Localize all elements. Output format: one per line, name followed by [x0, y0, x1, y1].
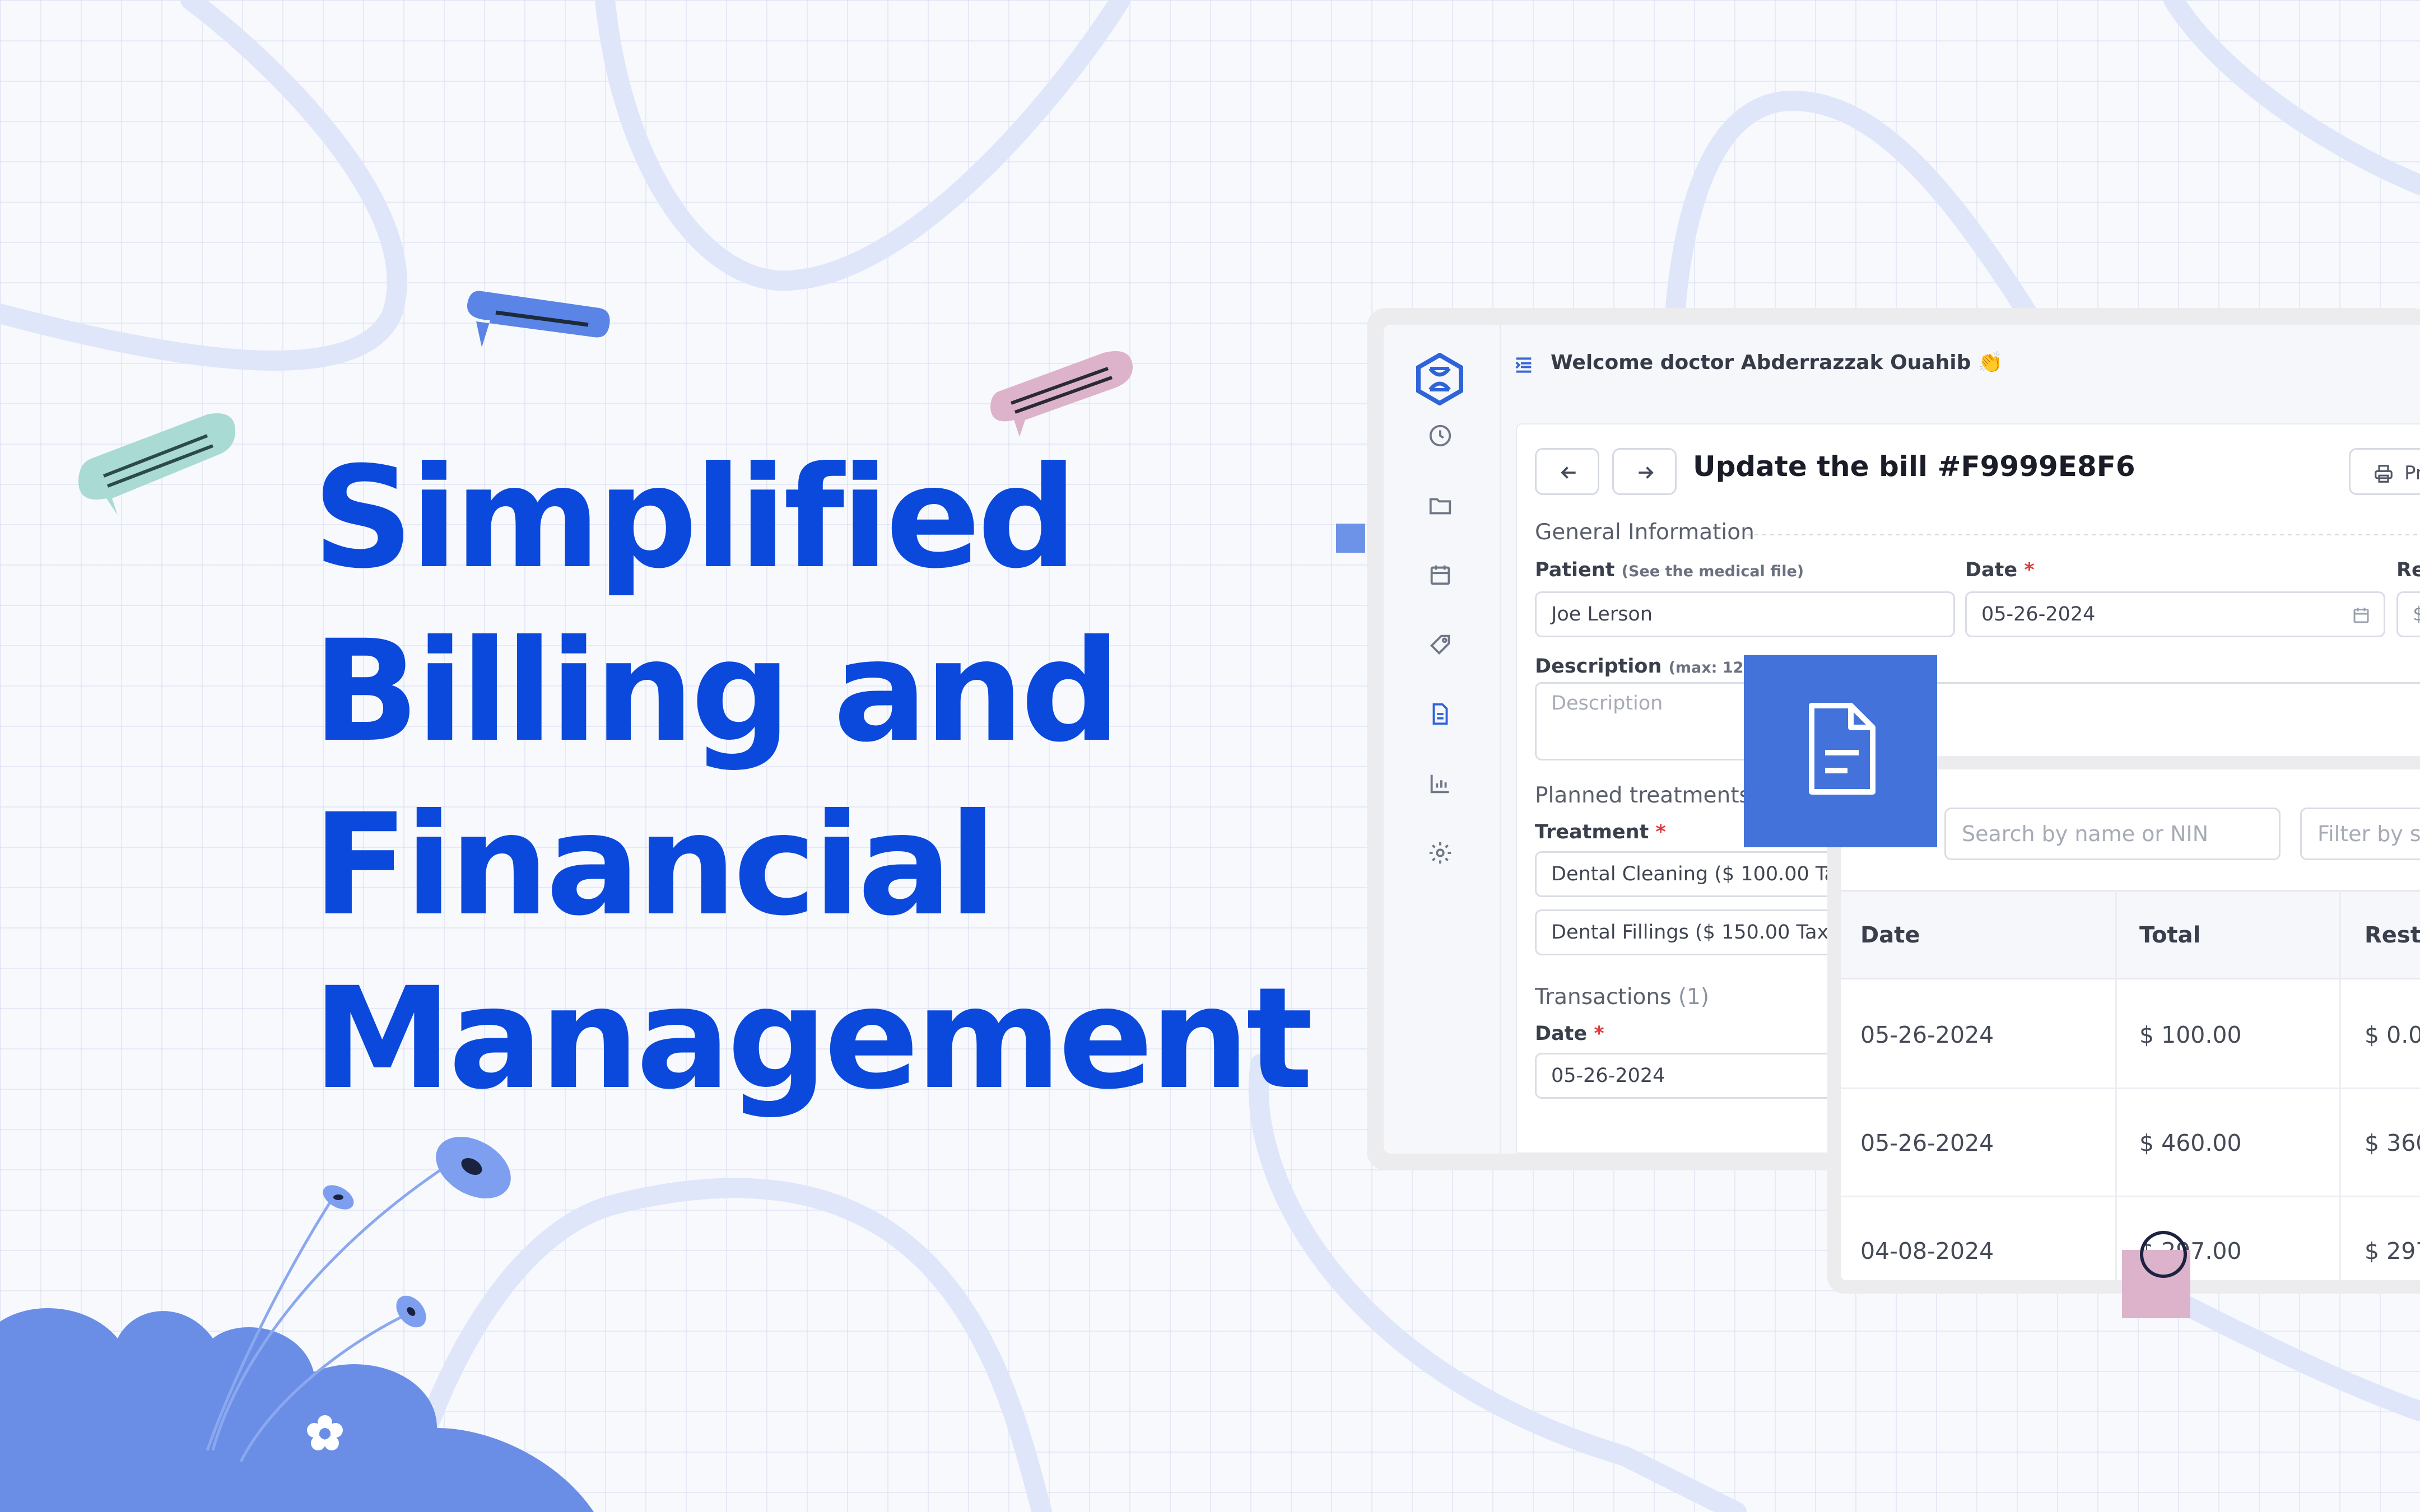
patient-hint: (See the medical file)	[1621, 563, 1804, 580]
column-divider	[2339, 890, 2341, 1280]
sidebar	[1384, 325, 1501, 1154]
file-text-icon	[1809, 703, 1876, 795]
speech-bubble-blue-icon	[467, 291, 610, 347]
page-title: Update the bill #F9999E8F6	[1693, 450, 2135, 483]
column-divider	[2115, 890, 2117, 1280]
transaction-date-label: Date *	[1535, 1023, 1604, 1045]
search-input[interactable]: Search by name or NIN	[1944, 808, 2281, 860]
cell-rest: $ 0.0	[2365, 1021, 2420, 1048]
settings-icon[interactable]	[1427, 840, 1453, 866]
cell-date: 05-26-2024	[1860, 1130, 1994, 1156]
document-tile	[1744, 655, 1937, 847]
cell-date: 05-26-2024	[1860, 1021, 1994, 1048]
back-button[interactable]	[1535, 448, 1599, 495]
topbar: Welcome doctor Abderrazzak Ouahib 👏	[1501, 325, 2420, 409]
printer-icon	[2375, 465, 2393, 483]
date-field[interactable]: 05-26-2024	[1965, 591, 2385, 637]
print-button[interactable]: Prin	[2349, 448, 2420, 495]
cell-total: $ 100.00	[2139, 1021, 2242, 1048]
menu-icon[interactable]	[1513, 354, 1535, 376]
section-divider	[1747, 534, 2420, 535]
print-label: Prin	[2404, 462, 2420, 484]
table-row[interactable]: 05-26-2024 $ 460.00 $ 360	[1841, 1089, 2420, 1197]
column-header-total[interactable]: Total	[2139, 922, 2200, 948]
cell-rest: $ 297	[2365, 1238, 2420, 1264]
hero-headline: Simplified Billing and Financial Managem…	[313, 431, 1321, 1126]
cell-total: $ 460.00	[2139, 1130, 2242, 1156]
arrow-left-icon	[1561, 466, 1576, 479]
column-header-date[interactable]: Date	[1860, 922, 1920, 948]
hero-line: Simplified	[313, 436, 1078, 599]
folder-icon[interactable]	[1427, 493, 1453, 519]
table-row[interactable]: 05-26-2024 $ 100.00 $ 0.0	[1841, 981, 2420, 1089]
hero-line: Management	[313, 957, 1313, 1120]
rest-label: Rest	[2396, 559, 2420, 581]
description-label: Description (max: 120)	[1535, 655, 1761, 678]
forward-button[interactable]	[1612, 448, 1677, 495]
chart-icon[interactable]	[1427, 771, 1453, 796]
speech-bubble-mint-icon	[78, 413, 235, 515]
treatment-label: Treatment *	[1535, 821, 1666, 843]
section-title-general: General Information	[1535, 520, 1755, 545]
cell-date: 04-08-2024	[1860, 1238, 1994, 1264]
rest-field[interactable]: $	[2396, 591, 2420, 637]
app-logo-icon[interactable]	[1413, 353, 1466, 405]
cursor-ring-icon	[2140, 1231, 2187, 1278]
date-label: Date *	[1965, 559, 2035, 581]
arrow-right-icon	[1639, 466, 1654, 479]
status-filter-input[interactable]: Filter by st	[2300, 808, 2420, 860]
column-header-rest[interactable]: Rest	[2365, 922, 2420, 948]
hero-line: Billing and	[313, 610, 1121, 773]
cell-rest: $ 360	[2365, 1130, 2420, 1156]
clock-icon[interactable]	[1427, 423, 1453, 449]
calendar-icon[interactable]	[1427, 562, 1453, 588]
hero-line: Financial	[313, 783, 997, 946]
flower-illustration	[0, 1137, 594, 1512]
calendar-icon	[2353, 608, 2369, 623]
section-title-treatments: Planned treatments (2	[1535, 783, 1780, 808]
section-title-transactions: Transactions (1)	[1535, 984, 1710, 1010]
patient-field[interactable]: Joe Lerson	[1535, 591, 1955, 637]
speech-bubble-pink-icon	[990, 351, 1133, 437]
welcome-message: Welcome doctor Abderrazzak Ouahib 👏	[1551, 351, 2003, 374]
tag-icon[interactable]	[1427, 632, 1453, 657]
table-header: Date Total Rest	[1841, 890, 2420, 979]
patient-label: Patient (See the medical file)	[1535, 559, 1804, 581]
document-icon[interactable]	[1427, 701, 1453, 727]
description-field[interactable]: Description	[1535, 682, 2420, 760]
decor-blue-square	[1336, 524, 1365, 553]
